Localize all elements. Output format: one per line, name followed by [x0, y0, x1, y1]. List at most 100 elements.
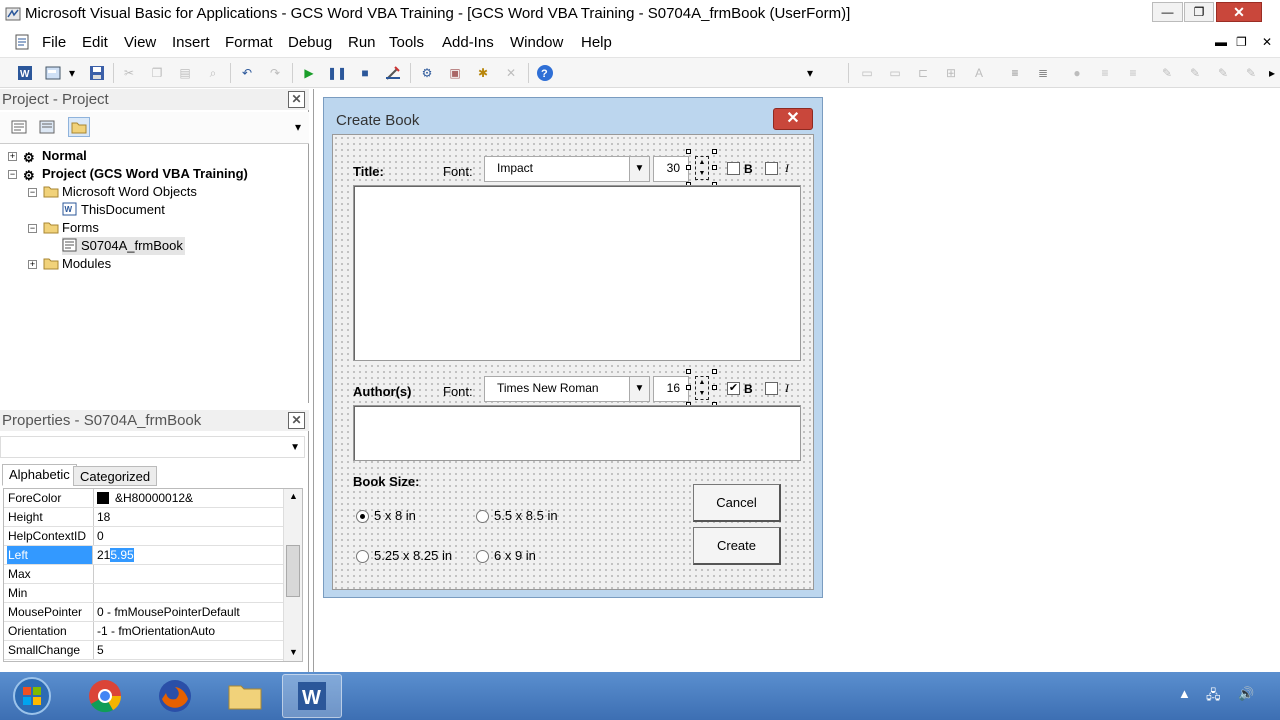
title-size-spinner[interactable]: ▲ ▼	[695, 156, 709, 180]
project-explorer-icon[interactable]: ⚙	[418, 64, 436, 82]
chevron-down-icon[interactable]: ▼	[290, 442, 300, 453]
property-row-forecolor[interactable]: ForeColor &H80000012&	[4, 489, 283, 508]
uncomment-block-icon[interactable]: ≡	[1124, 64, 1142, 82]
make-same-size-icon[interactable]: A	[970, 64, 988, 82]
project-toolbar-options-icon[interactable]: ▾	[291, 117, 305, 137]
view-code-icon[interactable]	[8, 117, 30, 137]
chrome-icon[interactable]	[75, 674, 135, 718]
paste-icon[interactable]: ▤	[176, 64, 194, 82]
menu-format[interactable]: Format	[225, 34, 273, 51]
title-textbox[interactable]	[353, 185, 801, 361]
userform-window[interactable]: Create Book ✕ Title: Font: Impact ▼ 30 ▲ ▼…	[323, 97, 823, 598]
property-row-max[interactable]: Max	[4, 565, 283, 584]
indent-icon[interactable]: ≡	[1006, 64, 1024, 82]
show-hidden-icons-icon[interactable]: ▲	[1178, 686, 1191, 701]
author-size-input[interactable]: 16	[653, 376, 689, 402]
tree-item-word-objects[interactable]: Microsoft Word Objects	[43, 183, 197, 201]
menu-help[interactable]: Help	[581, 34, 612, 51]
mdi-restore-button[interactable]: ❐	[1236, 35, 1247, 49]
tab-alphabetic[interactable]: Alphabetic	[2, 464, 77, 486]
author-font-combo[interactable]: Times New Roman ▼	[484, 376, 650, 402]
insert-userform-icon[interactable]	[44, 64, 62, 82]
expand-modules-icon[interactable]: +	[28, 260, 37, 269]
chevron-down-icon[interactable]: ▼	[629, 377, 649, 401]
left-value-input[interactable]: 215.95	[97, 546, 134, 564]
clear-bookmarks-icon[interactable]: ✎	[1242, 64, 1260, 82]
collapse-forms-icon[interactable]: −	[28, 224, 37, 233]
tree-item-modules[interactable]: Modules	[43, 255, 111, 273]
cut-icon[interactable]: ✂	[120, 64, 138, 82]
align-icon[interactable]: ⊏	[914, 64, 932, 82]
design-mode-icon[interactable]	[384, 64, 402, 82]
send-to-back-icon[interactable]: ▭	[886, 64, 904, 82]
menu-add-ins[interactable]: Add-Ins	[442, 34, 494, 51]
insert-dropdown-icon[interactable]: ▾	[66, 64, 78, 82]
property-row-min[interactable]: Min	[4, 584, 283, 603]
menu-edit[interactable]: Edit	[82, 34, 108, 51]
author-bold-checkbox[interactable]: ✔	[727, 382, 740, 395]
firefox-icon[interactable]	[145, 674, 205, 718]
property-row-mousepointer[interactable]: MousePointer 0 - fmMousePointerDefault	[4, 603, 283, 622]
word-view-icon[interactable]: W	[16, 64, 34, 82]
selection-handle[interactable]	[686, 369, 691, 374]
selection-handle[interactable]	[686, 385, 691, 390]
toggle-folders-icon[interactable]	[68, 117, 90, 137]
previous-bookmark-icon[interactable]: ✎	[1214, 64, 1232, 82]
property-row-orientation[interactable]: Orientation -1 - fmOrientationAuto	[4, 622, 283, 641]
selection-handle[interactable]	[712, 385, 717, 390]
find-icon[interactable]: ⌕	[204, 64, 222, 82]
start-button[interactable]	[2, 674, 62, 718]
size-5-5x8-5-radio[interactable]	[476, 510, 489, 523]
close-button[interactable]: ✕	[1216, 2, 1262, 22]
bring-to-front-icon[interactable]: ▭	[858, 64, 876, 82]
title-bold-checkbox[interactable]	[727, 162, 740, 175]
tree-item-project[interactable]: ⚙ Project (GCS Word VBA Training)	[23, 165, 248, 183]
scroll-down-icon[interactable]: ▼	[289, 647, 298, 657]
vba-document-icon[interactable]	[14, 34, 32, 50]
toolbox-icon[interactable]: ✕	[502, 64, 520, 82]
object-selector-combo[interactable]: ▼	[0, 436, 305, 458]
title-size-input[interactable]: 30	[653, 156, 689, 182]
scrollbar-thumb[interactable]	[286, 545, 300, 597]
toggle-breakpoint-icon[interactable]: ●	[1068, 64, 1086, 82]
author-size-spinner[interactable]: ▲ ▼	[695, 376, 709, 400]
view-object-icon[interactable]	[36, 117, 58, 137]
tab-categorized[interactable]: Categorized	[73, 466, 158, 486]
userform-canvas[interactable]: Title: Font: Impact ▼ 30 ▲ ▼ B I Author(s)…	[332, 134, 814, 590]
scroll-up-icon[interactable]: ▲	[289, 491, 298, 501]
size-6x9-radio[interactable]	[476, 550, 489, 563]
title-italic-checkbox[interactable]	[765, 162, 778, 175]
save-icon[interactable]	[88, 64, 106, 82]
property-row-helpcontextid[interactable]: HelpContextID 0	[4, 527, 283, 546]
toggle-bookmark-icon[interactable]: ✎	[1158, 64, 1176, 82]
mdi-close-button[interactable]: ✕	[1262, 35, 1272, 49]
chevron-down-icon[interactable]: ▼	[629, 157, 649, 181]
maximize-button[interactable]: ❐	[1184, 2, 1214, 22]
tree-item-forms[interactable]: Forms	[43, 219, 99, 237]
size-5x8-radio[interactable]	[356, 510, 369, 523]
menu-debug[interactable]: Debug	[288, 34, 332, 51]
run-icon[interactable]: ▶	[300, 64, 318, 82]
properties-pane-close-icon[interactable]: ✕	[288, 412, 305, 429]
word-taskbar-icon[interactable]: W	[282, 674, 342, 718]
toolbar-overflow-icon[interactable]: ▸	[1266, 64, 1278, 82]
menu-view[interactable]: View	[124, 34, 156, 51]
minimize-button[interactable]: —	[1152, 2, 1183, 22]
tree-item-thisdocument[interactable]: W ThisDocument	[62, 201, 165, 219]
break-icon[interactable]: ❚❚	[327, 64, 347, 82]
outdent-icon[interactable]: ≣	[1034, 64, 1052, 82]
comment-block-icon[interactable]: ≡	[1096, 64, 1114, 82]
size-5-25x8-25-radio[interactable]	[356, 550, 369, 563]
object-browser-icon[interactable]: ✱	[474, 64, 492, 82]
properties-window-icon[interactable]: ▣	[446, 64, 464, 82]
property-row-smallchange[interactable]: SmallChange 5	[4, 641, 283, 660]
reset-icon[interactable]: ■	[356, 64, 374, 82]
help-icon[interactable]: ?	[536, 64, 554, 82]
menu-run[interactable]: Run	[348, 34, 376, 51]
toolbar-options-icon[interactable]: ▾	[803, 64, 817, 82]
tree-item-normal[interactable]: ⚙ Normal	[23, 147, 87, 165]
center-icon[interactable]: ⊞	[942, 64, 960, 82]
collapse-word-objects-icon[interactable]: −	[28, 188, 37, 197]
selection-handle[interactable]	[686, 149, 691, 154]
mdi-minimize-button[interactable]: ▬	[1215, 35, 1227, 49]
